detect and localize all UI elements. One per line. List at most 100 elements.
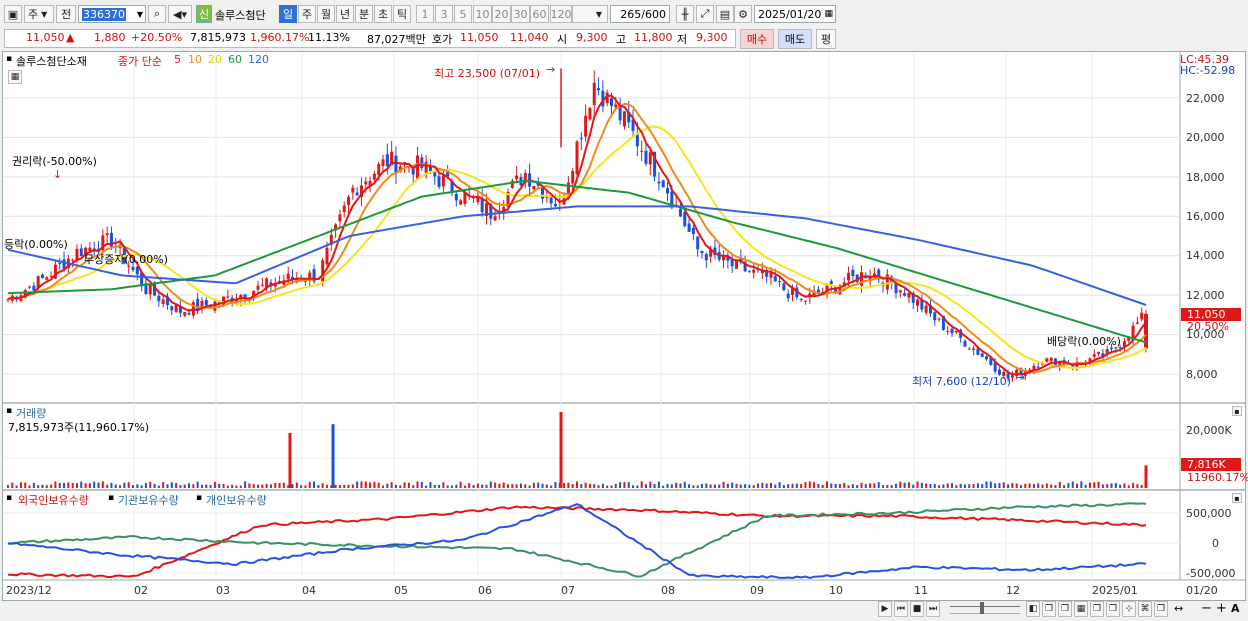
candle-body [1135, 322, 1139, 324]
compare-icon[interactable]: ◧ [1026, 601, 1040, 617]
scroll-end-icon[interactable]: ⏭ [926, 601, 940, 617]
rights-annotation: 권리락(-50.00%) [12, 155, 97, 168]
candle-body [622, 111, 626, 127]
window-icon[interactable]: ❐ [1106, 601, 1120, 617]
volume-bar [528, 485, 531, 488]
volume-bar [412, 485, 415, 488]
volume-bar [80, 481, 83, 488]
candle-body [1036, 366, 1040, 368]
volume-bar [274, 482, 277, 488]
panel-close-icon[interactable]: ▪ [1232, 406, 1242, 416]
candle-body [691, 227, 695, 235]
volume-bar [826, 481, 829, 488]
zoom-in-icon[interactable]: + [1216, 601, 1227, 616]
panel-collapse-icon[interactable]: ▪ [108, 493, 114, 503]
volume-bar [1114, 483, 1117, 488]
volume-bar [485, 484, 488, 488]
volume-bar [218, 483, 221, 488]
panel-collapse-icon[interactable]: ▪ [6, 406, 12, 416]
ma60-label: 60 [228, 53, 242, 66]
volume-bar [718, 484, 721, 488]
dividend-annotation: 배당락(0.00%) [1047, 335, 1121, 348]
volume-bar [498, 483, 501, 488]
candle-body [571, 170, 575, 184]
candle-body [903, 293, 907, 296]
window-icon[interactable]: ❐ [1058, 601, 1072, 617]
volume-bar [455, 484, 458, 488]
foreign-holdings-label: 외국인보유수량 [18, 494, 89, 507]
volume-bar [1080, 481, 1083, 488]
volume-bar [640, 481, 643, 488]
volume-bar [308, 481, 311, 488]
volume-bar [804, 482, 807, 488]
crosshair-icon[interactable]: ⊹ [1122, 601, 1136, 617]
volume-bar [192, 484, 195, 488]
volume-bar [963, 484, 966, 488]
volume-bar [959, 484, 962, 488]
window-icon[interactable]: ❐ [1154, 601, 1168, 617]
volume-bar [813, 482, 816, 488]
table-icon[interactable]: ▦ [8, 70, 22, 84]
link-icon[interactable]: ⌘ [1138, 601, 1152, 617]
arrow-down-icon: ↓ [53, 168, 63, 181]
volume-bar [257, 484, 260, 488]
candle-body [381, 159, 385, 167]
volume-bar [912, 484, 915, 488]
window-icon[interactable]: ❐ [1090, 601, 1104, 617]
volume-bar [1037, 483, 1040, 488]
ma10-label: 10 [188, 53, 202, 66]
volume-bar [507, 484, 510, 488]
candle-body [493, 216, 497, 221]
panel-close-icon[interactable]: ▪ [1232, 493, 1242, 503]
stop-icon[interactable]: ■ [910, 601, 924, 617]
volume-bar [1076, 483, 1079, 488]
volume-bar [19, 482, 22, 488]
zoom-out-icon[interactable]: − [1201, 601, 1212, 616]
volume-bar [946, 483, 949, 488]
panel-collapse-icon[interactable]: ▪ [6, 493, 12, 503]
scroll-right-icon[interactable]: ▶ [878, 601, 892, 617]
volume-bar [929, 484, 932, 488]
candle-body [1092, 354, 1096, 357]
volume-bar [429, 482, 432, 488]
window-icon[interactable]: ❐ [1042, 601, 1056, 617]
volume-bar [175, 483, 178, 488]
zoom-slider-thumb[interactable] [980, 602, 984, 614]
volume-bar [88, 483, 91, 488]
candle-body [972, 348, 976, 350]
volume-bar [390, 482, 393, 488]
volume-bar [537, 482, 540, 488]
volume-bar [972, 483, 975, 488]
x-tick: 11 [914, 584, 928, 597]
candle-body [437, 176, 441, 187]
volume-bar [416, 481, 419, 488]
volume-bar [101, 481, 104, 488]
chart-canvas[interactable] [0, 0, 1248, 621]
volume-bar [765, 483, 768, 488]
volume-bar [571, 484, 574, 488]
font-size-icon[interactable]: A [1231, 602, 1240, 615]
zoom-slider[interactable] [950, 606, 1020, 614]
candle-body [747, 270, 751, 272]
scroll-start-icon[interactable]: ⏮ [894, 601, 908, 617]
panel-collapse-icon[interactable]: ▪ [196, 493, 202, 503]
zoom-minus-icon[interactable]: ↔ [1174, 602, 1183, 615]
candle-body [347, 196, 351, 205]
candle-body [847, 272, 851, 281]
volume-bar [226, 485, 229, 488]
volume-bar [636, 485, 639, 488]
volume-bar [838, 484, 841, 488]
candle-body [325, 247, 329, 265]
volume-bar [1123, 483, 1126, 488]
candle-body [916, 299, 920, 306]
panel-collapse-icon[interactable]: ▪ [6, 54, 12, 64]
volume-bar [1132, 482, 1135, 488]
candle-body [286, 273, 290, 280]
grid-icon[interactable]: ▦ [1074, 601, 1088, 617]
volume-bar [28, 485, 31, 488]
volume-bar [601, 483, 604, 488]
volume-bar [476, 483, 479, 488]
volume-bar [162, 482, 165, 488]
candle-body [644, 150, 648, 164]
volume-bar [463, 485, 466, 488]
